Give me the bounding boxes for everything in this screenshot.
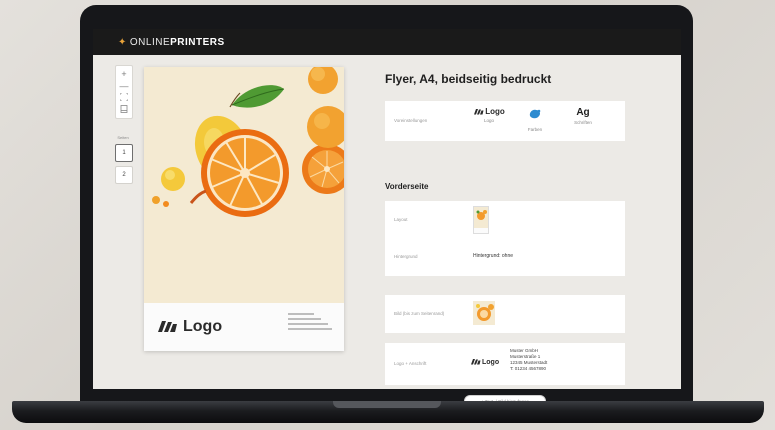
brand-name-bold: PRINTERS <box>170 36 225 48</box>
logo-address-logo[interactable]: Logo <box>470 358 499 366</box>
address-line: T: 01234 4567890 <box>510 366 547 371</box>
page-button-1[interactable]: 1 <box>115 144 133 162</box>
background-value[interactable]: Hintergrund: ohne <box>473 253 513 259</box>
brand-logo[interactable]: ✦ ONLINE PRINTERS <box>118 37 225 48</box>
image-thumbnail[interactable] <box>473 301 495 325</box>
logo-address-logo-text: Logo <box>482 358 500 366</box>
flyer-footer: Logo <box>144 303 344 351</box>
app-screen: ✦ ONLINE PRINTERS + — Seiten 1 2 Logo Fl… <box>93 29 681 408</box>
image-thumbnail-art <box>476 304 494 321</box>
flyer-logo-text: Logo <box>183 318 223 335</box>
flyer-footer-logo: Logo <box>156 318 222 336</box>
logo-mark-icon <box>474 108 484 114</box>
app-header: ✦ ONLINE PRINTERS <box>93 29 681 55</box>
preset-fonts-caption: Schriften <box>574 120 592 125</box>
laptop-notch <box>333 401 441 408</box>
logo-mark-icon <box>158 321 177 332</box>
logo-address-label: Logo + Anschrift <box>394 361 427 366</box>
pages-label: Seiten <box>117 135 129 140</box>
preset-option-colors[interactable]: Farben <box>515 107 555 132</box>
editor-workspace: + — Seiten 1 2 Logo Flyer, A4, beidseiti… <box>93 55 681 408</box>
presets-label: Voreinstellungen <box>394 118 428 123</box>
flyer-preview[interactable]: Logo <box>144 67 344 351</box>
zoom-in-button[interactable]: + <box>121 68 126 80</box>
front-layout-card: Layout Hintergrund Hintergrund: ohne <box>385 201 625 276</box>
fruit-artwork <box>152 67 344 217</box>
background-label: Hintergrund <box>394 254 418 259</box>
product-title: Flyer, A4, beidseitig bedruckt <box>385 72 552 86</box>
preset-logo-value: Logo <box>485 107 505 116</box>
fit-to-screen-icon[interactable] <box>119 92 129 104</box>
front-side-heading: Vorderseite <box>385 182 429 191</box>
image-label: Bild (bis zum Seitenrand) <box>394 311 445 316</box>
layout-label: Layout <box>394 217 408 222</box>
front-logo-address-card: Logo + Anschrift Logo Muster GmbH Muster… <box>385 343 625 385</box>
brand-name-light: ONLINE <box>129 36 171 48</box>
front-image-card: Bild (bis zum Seitenrand) <box>385 295 625 333</box>
zoom-out-button[interactable]: — <box>120 80 129 92</box>
view-tools: + — <box>115 65 133 119</box>
preset-option-logo[interactable]: Logo Logo <box>469 107 509 123</box>
brand-mark-icon: ✦ <box>118 36 127 48</box>
page-view-icon[interactable] <box>120 104 128 116</box>
flyer-address-placeholder <box>288 313 332 333</box>
preset-logo-caption: Logo <box>483 118 494 123</box>
page-button-2[interactable]: 2 <box>115 166 133 184</box>
layout-thumbnail[interactable] <box>473 206 489 234</box>
design-presets-card: Voreinstellungen Logo Logo Farben Ag Sch… <box>385 101 625 141</box>
logo-address-block[interactable]: Muster GmbH Musterstraße 1 12345 Musters… <box>510 348 547 372</box>
logo-mark-icon <box>471 359 481 365</box>
preset-option-fonts[interactable]: Ag Schriften <box>563 107 603 125</box>
layout-thumbnail-art <box>474 210 488 233</box>
font-icon: Ag <box>576 107 590 118</box>
preset-colors-caption: Farben <box>527 127 543 132</box>
tool-rail: + — Seiten 1 2 <box>115 65 133 184</box>
color-splash-icon <box>529 109 541 119</box>
